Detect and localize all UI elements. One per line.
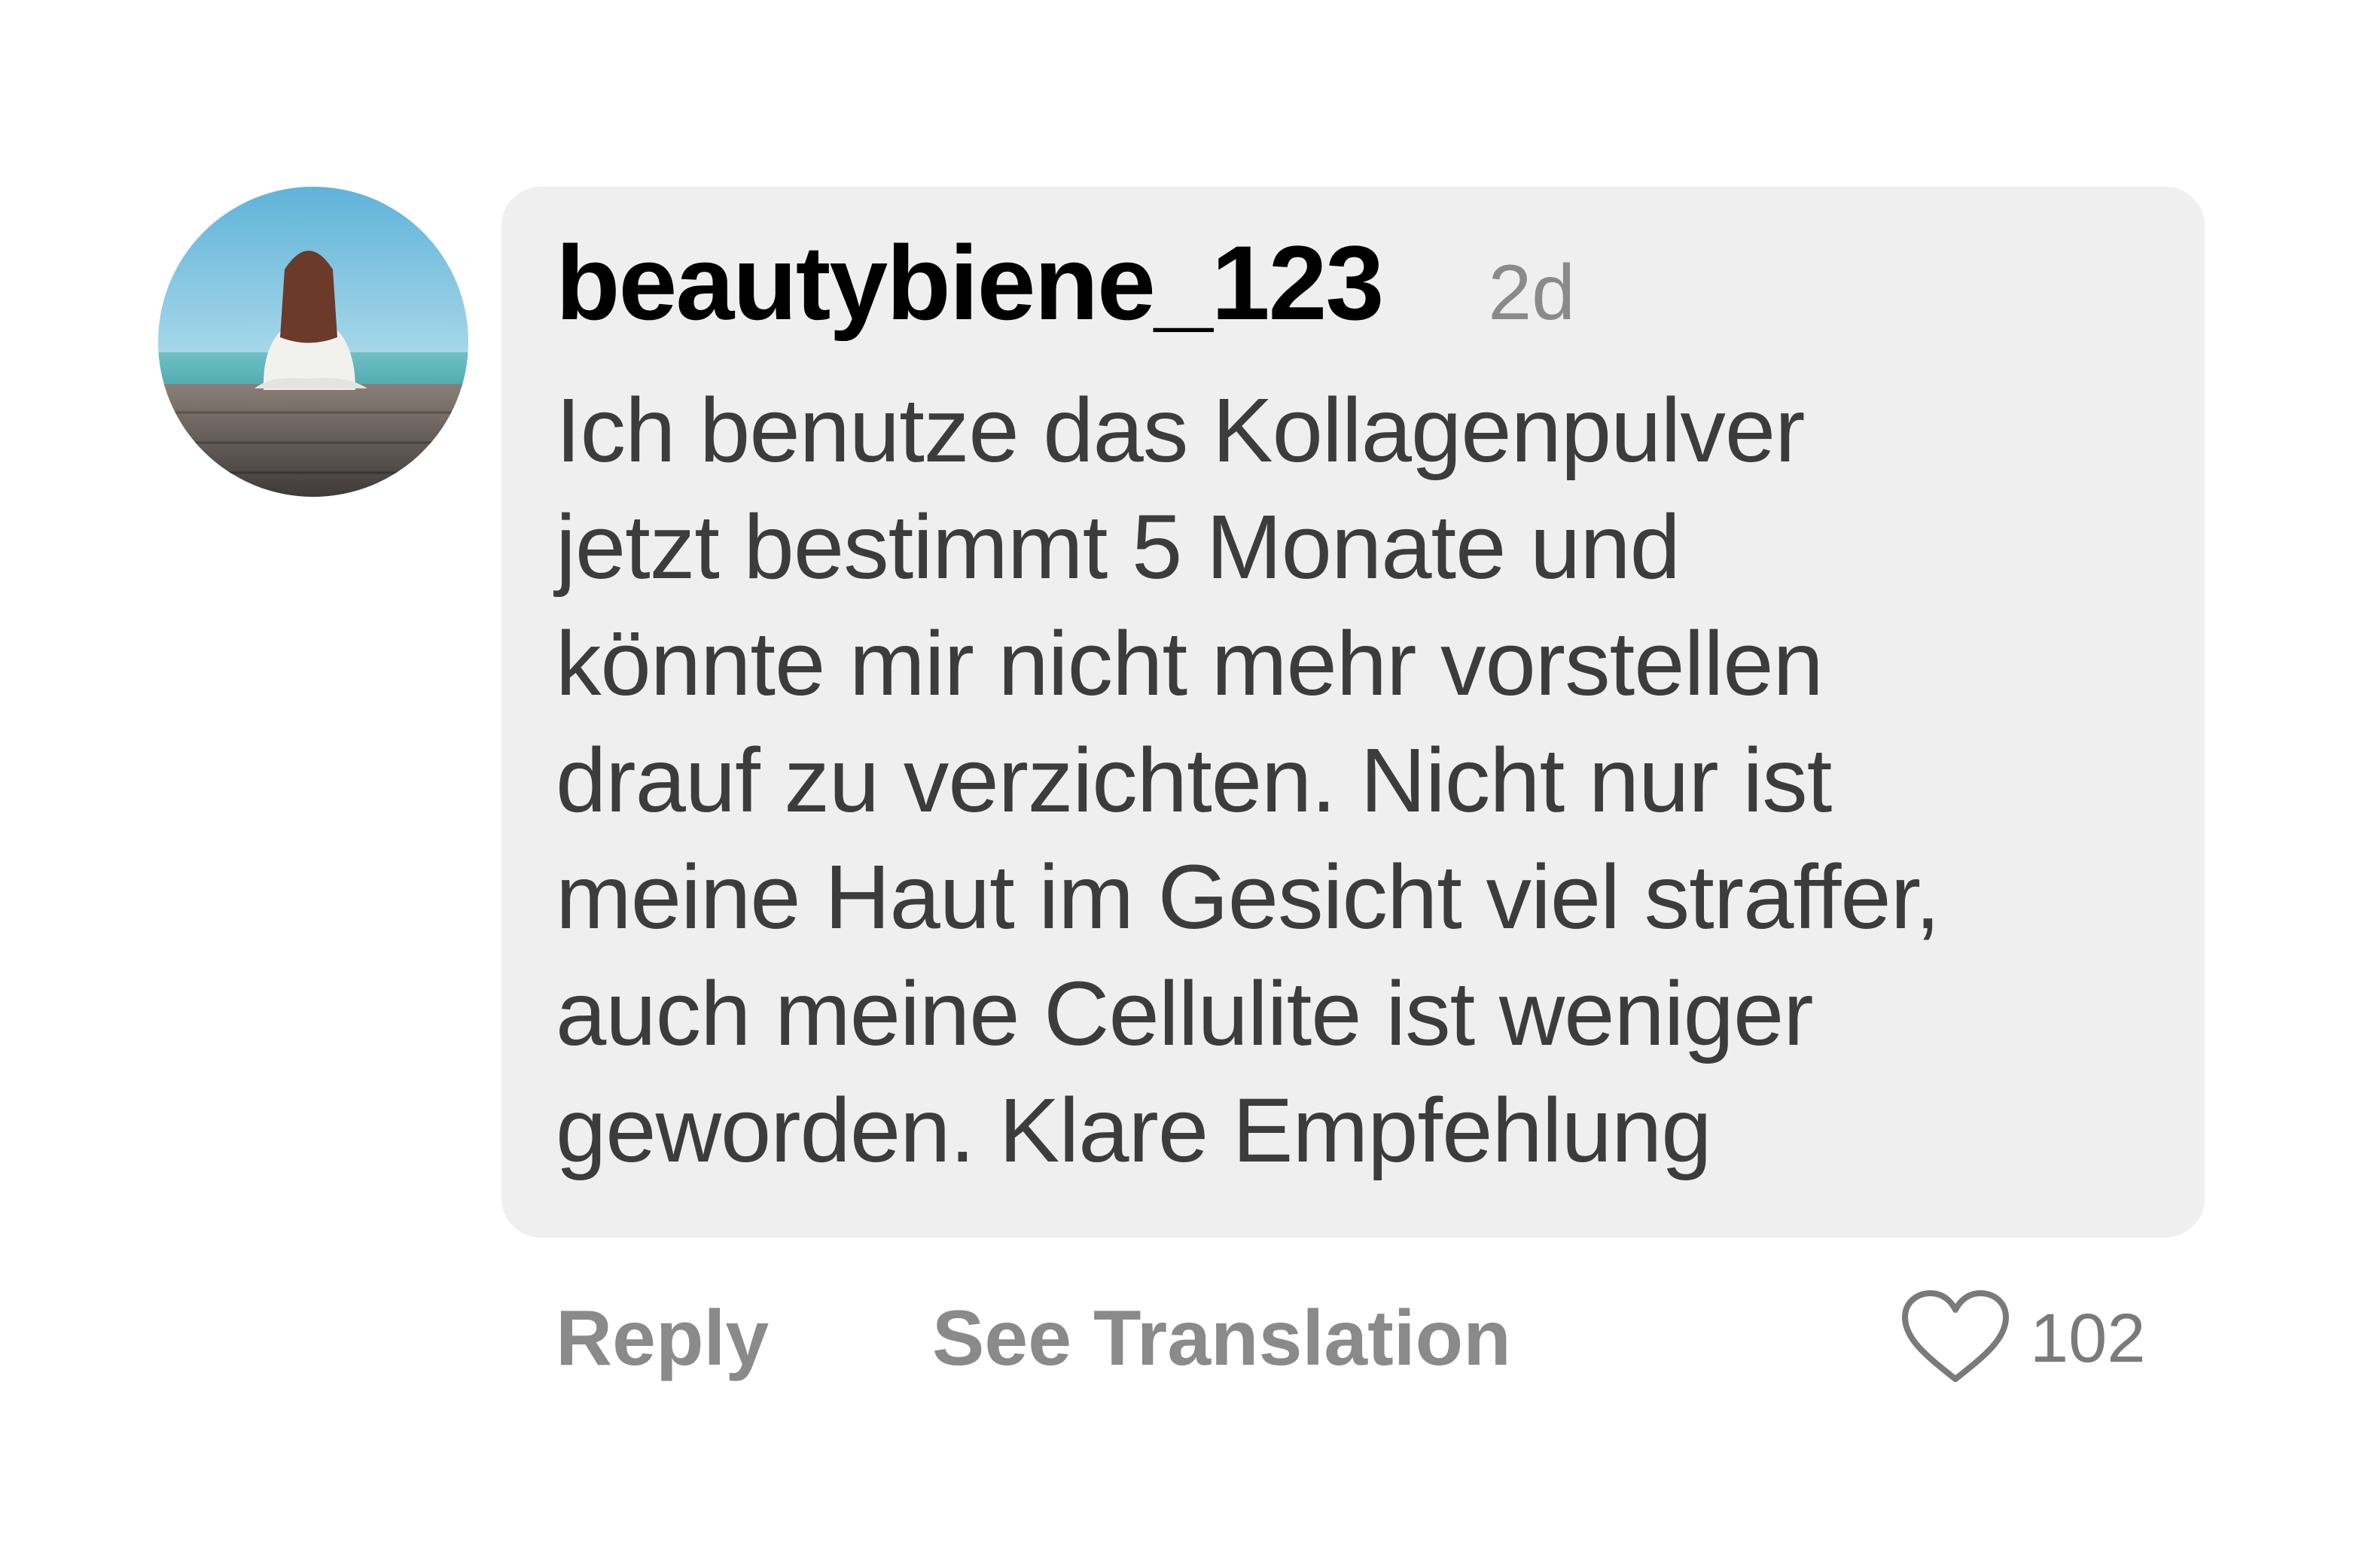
like-button[interactable] — [1899, 1289, 2012, 1387]
comment-bubble: beautybiene_123 2d Ich benutze das Kolla… — [501, 187, 2205, 1238]
avatar[interactable] — [158, 187, 468, 497]
see-translation-button[interactable]: See Translation — [932, 1293, 1511, 1384]
like-count: 102 — [2030, 1300, 2146, 1377]
comment-header: beautybiene_123 2d — [556, 230, 2152, 351]
comment-text: Ich benutze das Kollagenpulver jetzt bes… — [556, 379, 1940, 1181]
avatar-image — [158, 187, 468, 497]
username[interactable]: beautybiene_123 — [556, 230, 1384, 336]
comment-actions: Reply See Translation 102 — [0, 1290, 2353, 1391]
heart-icon — [1902, 1290, 2009, 1382]
timestamp: 2d — [1488, 249, 1576, 336]
reply-button[interactable]: Reply — [556, 1293, 769, 1384]
